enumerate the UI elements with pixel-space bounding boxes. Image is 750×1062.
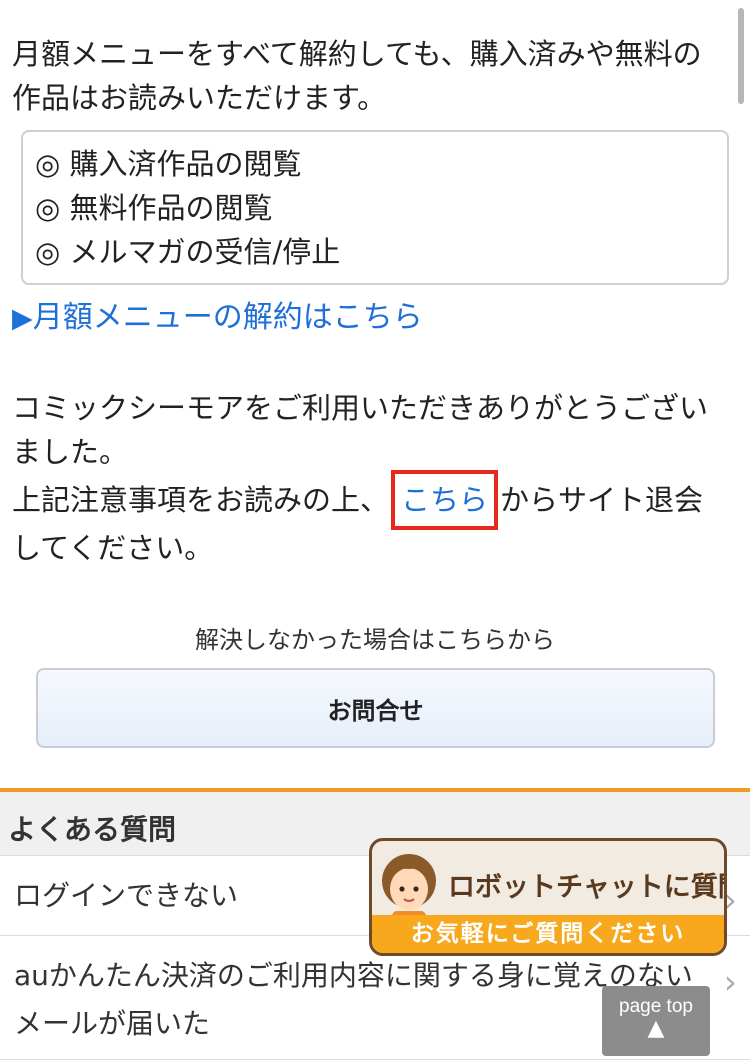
thanks-message: コミックシーモアをご利用いただきありがとうございました。 上記注意事項をお読みの… [12, 386, 728, 570]
instruction-text: 上記注意事項をお読みの上、 [12, 483, 390, 517]
arrow-up-icon: ▲ [647, 1016, 665, 1041]
scrollbar[interactable] [738, 8, 744, 104]
feature-item: ◎ 無料作品の閲覧 [35, 191, 273, 225]
faq-item-label: ログインできない [14, 879, 239, 912]
withdraw-site-link[interactable]: こちら [391, 470, 499, 530]
faq-item-label: auかんたん決済のご利用内容に関する身に覚えのないメールが届いた [14, 959, 693, 1040]
operator-avatar-icon [382, 854, 436, 923]
feature-item: ◎ メルマガの受信/停止 [35, 235, 341, 269]
robot-chat-button[interactable]: ロボットチャットに質問 お気軽にご質問ください [369, 838, 727, 956]
unresolved-prompt: 解決しなかった場合はこちらから [195, 626, 555, 654]
play-triangle-icon: ▶ [12, 303, 33, 334]
contact-button[interactable]: お問合せ [36, 668, 715, 748]
feature-item: ◎ 購入済作品の閲覧 [35, 147, 302, 181]
page-top-label: page top [619, 996, 693, 1017]
monthly-menu-cancel-link[interactable]: ▶月額メニューの解約はこちら [12, 296, 423, 341]
thanks-line: コミックシーモアをご利用いただきありがとうございました。 [12, 391, 709, 469]
robot-chat-title: ロボットチャットに質問 [448, 872, 727, 903]
cancel-link-label: 月額メニューの解約はこちら [32, 300, 423, 335]
intro-text: 月額メニューをすべて解約しても、購入済みや無料の作品はお読みいただけます。 [12, 37, 702, 115]
page-top-button[interactable]: page top ▲ [602, 986, 710, 1056]
robot-chat-subtitle: お気軽にご質問ください [372, 915, 724, 953]
chevron-right-icon: › [724, 963, 737, 1001]
features-box: ◎ 購入済作品の閲覧 ◎ 無料作品の閲覧 ◎ メルマガの受信/停止 [21, 130, 729, 285]
